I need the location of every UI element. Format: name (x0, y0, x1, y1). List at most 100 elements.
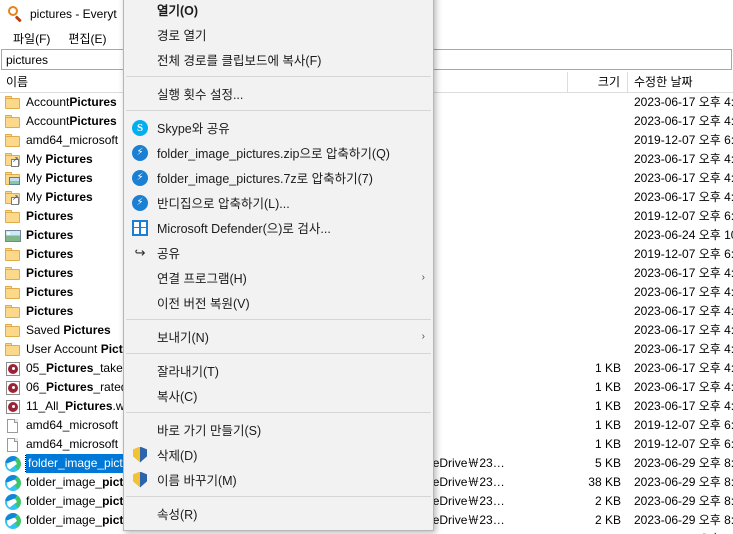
file-date-cell: 2023-06-17 오후 4:09 (634, 190, 733, 204)
file-size-cell (568, 150, 628, 169)
menu-icon-empty (132, 506, 148, 522)
match-highlight: Pictures (63, 323, 111, 337)
file-size-cell: 1 KB (594, 418, 621, 432)
file-name-label: Pictures (26, 283, 73, 302)
context-menu-item-label: 열기(O) (157, 4, 199, 18)
media-icon (5, 399, 21, 415)
match-highlight: Pictures (26, 304, 74, 318)
context-menu-item[interactable]: 속성(R) (124, 501, 433, 526)
match-highlight: Pictures (26, 247, 74, 261)
file-date-cell: 2023-06-17 오후 4:12 (634, 361, 733, 375)
match-highlight: Pictures (45, 190, 93, 204)
file-name-label: Pictures (26, 245, 73, 264)
file-name-label: pictures.ico (26, 530, 91, 534)
menubar-item-edit[interactable]: 편집(E) (59, 28, 115, 49)
file-size-cell (568, 340, 628, 359)
context-menu-item[interactable]: 이전 버전 복원(V) (124, 290, 433, 315)
file-date-cell: 2023-06-17 오후 4:07 (634, 266, 733, 280)
file-date-cell: 2023-06-17 오후 4:13 (634, 323, 733, 337)
file-size-cell: 82 KB (568, 530, 628, 534)
context-menu-item-label: 속성(R) (157, 508, 198, 522)
context-menu-item[interactable]: 복사(C) (124, 383, 433, 408)
file-date-cell: 2023-06-17 오후 4:07 (634, 285, 733, 299)
file-size-cell: 2 KB (594, 513, 621, 527)
context-menu-item[interactable]: folder_image_pictures.zip으로 압축하기(Q) (124, 140, 433, 165)
menu-icon-empty (132, 329, 148, 345)
context-menu-item[interactable]: 열기(O) (124, 0, 433, 22)
folder-icon (5, 266, 21, 282)
folder-shortcut-icon (5, 152, 21, 168)
file-date-cell: 2023-06-29 오후 8:33 (634, 513, 733, 527)
context-menu-item[interactable]: 연결 프로그램(H) › (124, 265, 433, 290)
file-name-label: amd64_microsoft (26, 418, 119, 432)
file-date-cell: 2023-06-17 오후 4:11 (634, 342, 733, 356)
file-date-cell: 2019-12-07 오후 6:14 (634, 209, 733, 223)
match-highlight: Pict (100, 342, 123, 356)
file-size-cell (568, 264, 628, 283)
menu-icon-empty (132, 422, 148, 438)
context-menu-item[interactable]: 반디집으로 압축하기(L)... (124, 190, 433, 215)
edge-icon (5, 455, 21, 472)
bandizip-icon (132, 144, 148, 161)
context-menu-item[interactable]: folder_image_pictures.7z로 압축하기(7) (124, 165, 433, 190)
shield-icon (132, 446, 148, 463)
file-date-cell: 2019-12-07 오후 6:09 (628, 530, 733, 534)
match-highlight: Pictures (45, 152, 93, 166)
file-size-cell (568, 131, 628, 150)
context-menu-item-label: 복사(C) (157, 390, 198, 404)
media-icon (5, 361, 21, 377)
file-size-cell: 1 KB (594, 380, 621, 394)
folder-icon (5, 342, 21, 358)
menu-icon-empty (132, 388, 148, 404)
context-menu-item[interactable]: 경로 열기 (124, 22, 433, 47)
file-size-cell (568, 302, 628, 321)
chevron-right-icon: › (421, 272, 425, 283)
file-size-cell (568, 169, 628, 188)
menu-separator (126, 319, 431, 320)
context-menu-item-label: 보내기(N) (157, 331, 209, 345)
shield-icon (132, 471, 148, 488)
context-menu-item-label: 연결 프로그램(H) (157, 272, 247, 286)
menu-icon-empty (132, 27, 148, 43)
media-icon (5, 380, 21, 396)
folder-icon (5, 304, 21, 320)
context-menu-item[interactable]: 보내기(N) › (124, 324, 433, 349)
column-header-date[interactable]: 수정한 날짜 (628, 72, 733, 93)
context-menu[interactable]: 열기(O) 경로 열기 전체 경로를 클립보드에 복사(F) 실행 횟수 설정... S… (123, 0, 434, 531)
skype-icon: S (132, 119, 148, 136)
menubar-item-file[interactable]: 파일(F) (4, 28, 59, 49)
context-menu-item[interactable]: 삭제(D) (124, 442, 433, 467)
context-menu-item[interactable]: 바로 가기 만들기(S) (124, 417, 433, 442)
context-menu-item-label: 반디집으로 압축하기(L)... (157, 197, 290, 211)
file-name-label: My Pictures (26, 190, 93, 204)
file-size-cell (568, 207, 628, 226)
context-menu-item[interactable]: ↪ 공유 (124, 240, 433, 265)
context-menu-item[interactable]: 잘라내기(T) (124, 358, 433, 383)
context-menu-item[interactable]: 이름 바꾸기(M) (124, 467, 433, 492)
context-menu-item[interactable]: Microsoft Defender(으)로 검사... (124, 215, 433, 240)
context-menu-item[interactable]: S Skype와 공유 (124, 115, 433, 140)
match-highlight: Pictures (26, 209, 74, 223)
context-menu-item-label: 잘라내기(T) (157, 365, 219, 379)
file-date-cell: 2023-06-17 오후 4:12 (634, 114, 733, 128)
document-icon (5, 437, 21, 453)
file-date-cell: 2023-06-17 오후 4:11 (634, 171, 733, 185)
match-highlight: Pictures (45, 171, 93, 185)
context-menu-item[interactable]: 전체 경로를 클립보드에 복사(F) (124, 47, 433, 72)
everything-window: pictures - Everyt 파일(F) 편집(E) 보 pictures… (0, 0, 733, 534)
file-date-cell: 2019-12-07 오후 6:05 (634, 437, 733, 451)
file-date-cell: 2023-06-17 오후 4:12 (634, 380, 733, 394)
image-icon (5, 228, 21, 244)
file-size-cell (568, 226, 628, 245)
file-size-cell: 1 KB (594, 399, 621, 413)
match-highlight: Pictures (69, 95, 117, 109)
menu-icon-empty (132, 295, 148, 311)
file-size-cell (568, 321, 628, 340)
context-menu-item[interactable]: 실행 횟수 설정... (124, 81, 433, 106)
menu-icon-empty (132, 363, 148, 379)
match-highlight: Pictures (65, 399, 113, 413)
column-header-size[interactable]: 크기 (568, 71, 628, 93)
folder-shortcut-icon (5, 190, 21, 206)
folder-special-icon (5, 171, 21, 187)
context-menu-item-label: Microsoft Defender(으)로 검사... (157, 222, 331, 236)
